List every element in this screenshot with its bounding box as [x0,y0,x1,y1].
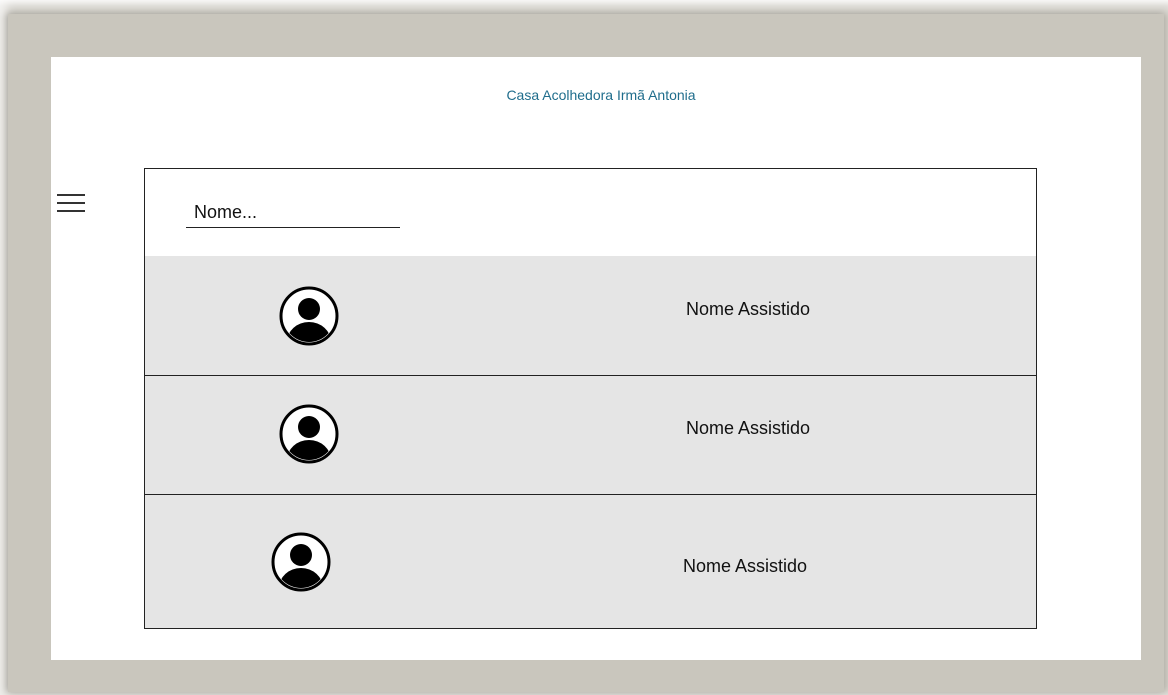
residents-panel: Nome Assistido Nome Assisti [144,168,1037,629]
user-avatar-icon [279,404,339,464]
resident-name: Nome Assistido [683,556,808,576]
page-title: Casa Acolhedora Irmã Antonia [506,87,696,103]
window-frame: Casa Acolhedora Irmã Antonia Nome... Nom… [0,0,1168,695]
resident-name: Nome Assistido [686,418,811,438]
search-area [145,169,1036,257]
resident-name: Nome Assistido [686,299,811,319]
list-item[interactable]: Nome Assistido [145,256,1036,376]
list-item[interactable]: Nome Assistido [145,376,1036,495]
menu-bar-middle [57,202,85,204]
menu-bar-bottom [57,210,85,212]
name-search-input[interactable] [186,200,400,228]
user-avatar-icon [271,532,331,592]
list-item[interactable]: Nome Assistido [145,495,1036,628]
app-screen: Casa Acolhedora Irmã Antonia Nome... Nom… [51,57,1141,660]
hamburger-menu-icon[interactable] [57,194,85,216]
menu-bar-top [57,194,85,196]
user-avatar-icon [279,286,339,346]
